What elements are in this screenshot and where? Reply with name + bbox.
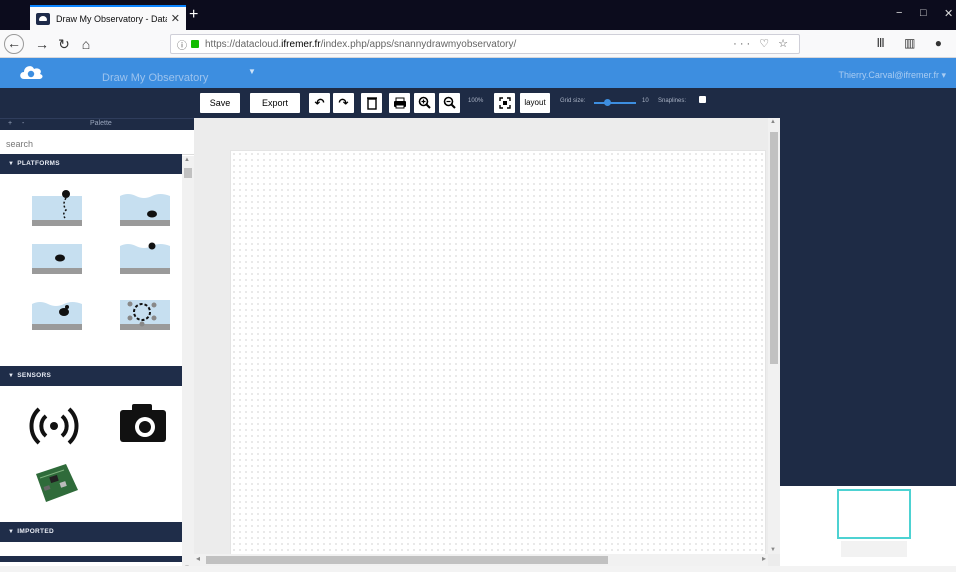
palette-header: + - Palette: [0, 118, 194, 130]
lock-icon: [191, 40, 199, 48]
palette-scrollbar[interactable]: ▲ ▼: [182, 156, 194, 572]
properties-panel: [780, 118, 956, 486]
palette-expand-collapse-buttons[interactable]: + -: [8, 120, 28, 127]
minimize-button[interactable]: −: [896, 7, 902, 19]
undo-icon[interactable]: ↶: [309, 93, 330, 113]
canvas-horizontal-scrollbar[interactable]: ◂ ▸: [194, 554, 768, 566]
home-button[interactable]: ⌂: [76, 34, 96, 54]
scroll-down-icon[interactable]: ▼: [770, 547, 776, 553]
export-button[interactable]: Export: [250, 93, 300, 113]
scroll-up-icon[interactable]: ▲: [184, 157, 190, 163]
grid-size-label: Grid size:: [560, 98, 586, 104]
canvas-vertical-scrollbar-thumb[interactable]: [770, 132, 778, 364]
zoom-out-icon[interactable]: [439, 93, 460, 113]
section-header-next: [0, 556, 182, 562]
url-actions-icons[interactable]: ··· ♡ ☆: [733, 37, 791, 50]
properties-panel-header: [780, 88, 956, 118]
browser-tab[interactable]: Draw My Observatory - Datacl ✕: [30, 5, 186, 30]
cloud-logo-icon[interactable]: [18, 63, 44, 81]
grid-size-slider[interactable]: [594, 102, 636, 104]
layout-button[interactable]: layout: [520, 93, 550, 113]
user-menu[interactable]: Thierry.Carval@ifremer.fr ▾: [839, 70, 947, 81]
palette-label: Palette: [90, 120, 112, 127]
outline-viewport[interactable]: [837, 489, 911, 539]
app-menu-caret-icon[interactable]: ▼: [248, 67, 256, 76]
outline-panel: [780, 486, 956, 572]
palette-scrollbar-thumb[interactable]: [184, 168, 192, 178]
new-tab-button[interactable]: +: [189, 5, 198, 25]
platform-buoy-item[interactable]: [116, 234, 174, 276]
tab-close-icon[interactable]: ✕: [171, 12, 180, 25]
platform-network-item[interactable]: [116, 290, 174, 332]
app-header: Draw My Observatory ▼ Thierry.Carval@ifr…: [0, 58, 956, 88]
diagram-canvas-area[interactable]: [194, 118, 780, 572]
canvas-vertical-scrollbar[interactable]: ▲ ▼: [768, 118, 780, 554]
fit-icon[interactable]: [494, 93, 515, 113]
section-toggle-icon: ▼: [8, 373, 15, 379]
section-header-imported[interactable]: ▼ IMPORTED: [0, 522, 182, 542]
tab-title: Draw My Observatory - Datacl: [56, 13, 167, 24]
zoom-in-icon[interactable]: [414, 93, 435, 113]
section-toggle-icon: ▼: [8, 161, 15, 167]
palette-search-input[interactable]: search: [0, 131, 194, 155]
zoom-level-label: 100%: [468, 98, 484, 104]
platform-drifter-item[interactable]: [28, 234, 86, 276]
scroll-right-icon[interactable]: ▸: [762, 554, 766, 563]
section-header-platforms[interactable]: ▼ PLATFORMS: [0, 154, 182, 174]
save-button[interactable]: Save: [200, 93, 240, 113]
canvas-horizontal-scrollbar-thumb[interactable]: [206, 556, 608, 564]
browser-tabstrip: Draw My Observatory - Datacl ✕ + − □ ✕: [0, 0, 956, 30]
url-bar[interactable]: ⓘ https://datacloud.ifremer.fr/index.php…: [170, 34, 800, 54]
editor-toolbar: Save Export ↶ ↷ 100% layout Grid size: 1…: [194, 88, 780, 118]
section-toggle-icon: ▼: [8, 529, 15, 535]
bottom-edge: [0, 566, 956, 572]
trash-icon[interactable]: [361, 93, 382, 113]
url-text: https://datacloud.ifremer.fr/index.php/a…: [205, 38, 517, 50]
close-window-button[interactable]: ✕: [944, 7, 953, 20]
browser-navbar: ← → ↻ ⌂ ⓘ https://datacloud.ifremer.fr/i…: [0, 30, 956, 58]
tab-favicon-icon: [36, 12, 50, 25]
forward-button[interactable]: →: [32, 34, 52, 54]
grid-size-slider-knob[interactable]: [604, 99, 611, 106]
scroll-up-icon[interactable]: ▲: [770, 119, 776, 125]
sensor-circuit-board-item[interactable]: [32, 462, 80, 504]
app-title[interactable]: Draw My Observatory: [102, 72, 208, 84]
outline-page-preview: [841, 541, 907, 557]
palette-panel: + - Palette search ▼ PLATFORMS ▼ SENSORS…: [0, 88, 194, 572]
sensor-antenna-item[interactable]: [28, 400, 80, 452]
section-header-sensors[interactable]: ▼ SENSORS: [0, 366, 182, 386]
palette-top-bar: [0, 88, 194, 118]
redo-icon[interactable]: ↷: [333, 93, 354, 113]
platform-seabed-item[interactable]: [116, 186, 174, 228]
info-icon[interactable]: ⓘ: [177, 37, 187, 52]
diagram-page-grid[interactable]: [230, 150, 766, 564]
maximize-button[interactable]: □: [920, 7, 927, 19]
grid-size-value: 10: [642, 98, 649, 104]
snaplines-checkbox[interactable]: [699, 96, 706, 103]
browser-toolbar-icons[interactable]: Ⅲ ▥ ●: [876, 36, 950, 50]
platform-float-item[interactable]: [28, 290, 86, 332]
reload-button[interactable]: ↻: [54, 34, 74, 54]
app-root: Draw My Observatory - Datacl ✕ + − □ ✕ ←…: [0, 0, 956, 572]
snaplines-label: Snaplines:: [658, 98, 687, 104]
print-icon[interactable]: [389, 93, 410, 113]
back-button[interactable]: ←: [4, 34, 24, 54]
platform-mooring-item[interactable]: [28, 186, 86, 228]
sensor-camera-item[interactable]: [116, 400, 170, 448]
scroll-left-icon[interactable]: ◂: [196, 554, 200, 563]
